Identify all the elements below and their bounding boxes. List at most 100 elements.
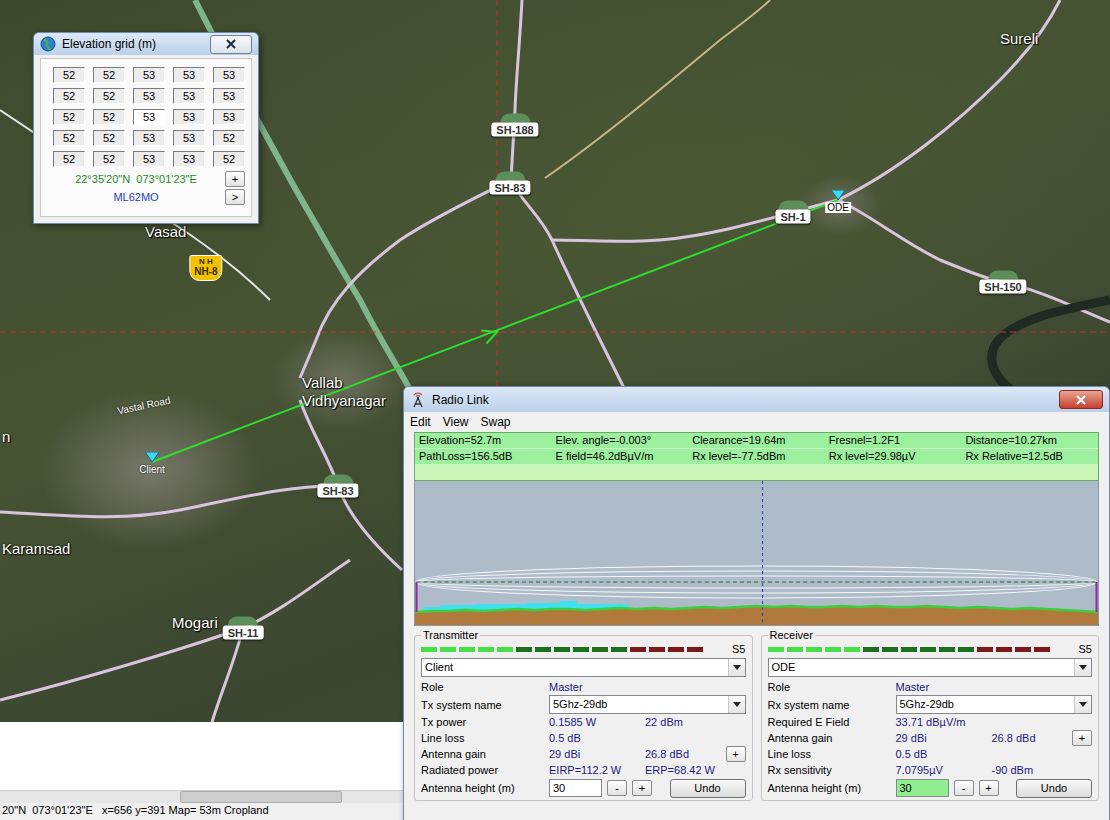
meter-segment	[459, 647, 475, 652]
shield-dome-icon	[495, 172, 525, 181]
state-highway-shield: SH-83	[317, 475, 358, 498]
site-pin[interactable]: Client	[139, 452, 165, 475]
place-label: n	[2, 428, 10, 445]
elevation-cell[interactable]: 52	[53, 130, 85, 146]
station-panel: TransmitterS5ClientRoleMasterTx system n…	[414, 629, 753, 801]
close-button[interactable]	[1059, 390, 1103, 409]
elevation-cell[interactable]: 53	[213, 88, 245, 104]
national-highway-shield: N HNH-8	[189, 255, 222, 281]
elevation-cell[interactable]: 53	[173, 109, 205, 125]
step-button[interactable]: -	[607, 780, 627, 796]
cursor-line	[762, 481, 763, 625]
antenna-height-input[interactable]: 30	[896, 779, 949, 797]
meter-segment	[806, 647, 822, 652]
elevation-cell[interactable]: 52	[93, 67, 125, 83]
road-label: Vastal Road	[116, 395, 171, 417]
antenna-height-row: Antenna height (m)30-+Undo	[421, 778, 746, 798]
dropdown-arrow-icon	[1079, 702, 1087, 707]
undo-button[interactable]: Undo	[1016, 779, 1092, 798]
parameter-row: RoleMaster	[768, 679, 1093, 695]
meter-segment	[478, 647, 494, 652]
close-button[interactable]	[210, 35, 252, 54]
summary-value: E field=46.2dBµV/m	[552, 449, 689, 464]
state-highway-shield: SH-188	[491, 114, 538, 137]
site-triangle-icon	[831, 190, 845, 200]
summary-value: Elevation=52.7m	[415, 433, 552, 448]
meter-segment	[1015, 647, 1031, 652]
meter-segment	[687, 647, 703, 652]
elevation-cell[interactable]: 52	[53, 151, 85, 167]
site-pin[interactable]: ODE	[825, 190, 851, 213]
elevation-cell[interactable]: 53	[173, 151, 205, 167]
menu-item[interactable]: Swap	[480, 415, 510, 429]
antenna-height-input[interactable]: 30	[549, 779, 602, 797]
summary-row	[415, 465, 1098, 480]
elevation-cell[interactable]: 52	[213, 130, 245, 146]
elevation-cell[interactable]: 52	[53, 67, 85, 83]
meter-segment	[421, 647, 437, 652]
shield-dome-icon	[988, 271, 1018, 280]
elevation-cell[interactable]: 53	[173, 88, 205, 104]
system-dropdown[interactable]: 5Ghz-29db	[549, 695, 746, 714]
system-dropdown[interactable]: 5Ghz-29db	[896, 695, 1093, 714]
elevation-cell[interactable]: 52	[93, 130, 125, 146]
elevation-cell[interactable]: 53	[133, 88, 165, 104]
parameter-row: RoleMaster	[421, 679, 746, 695]
title-bar[interactable]: Elevation grid (m)	[34, 33, 258, 55]
elevation-cell[interactable]: 53	[133, 109, 165, 125]
tx-antenna-mast	[416, 582, 418, 612]
dropdown-arrow-icon	[1079, 665, 1087, 670]
summary-value: PathLoss=156.5dB	[415, 449, 552, 464]
elevation-cell[interactable]: 53	[133, 151, 165, 167]
site-dropdown[interactable]: ODE	[768, 658, 1093, 677]
place-label: Karamsad	[2, 540, 70, 557]
elevation-cell[interactable]: 52	[53, 109, 85, 125]
terrain-fill	[415, 606, 1098, 625]
elevation-cell[interactable]: 53	[133, 130, 165, 146]
gain-button[interactable]: +	[1072, 730, 1092, 746]
next-button[interactable]: >	[225, 189, 245, 205]
elevation-cell[interactable]: 52	[93, 88, 125, 104]
title-bar[interactable]: Radio Link	[404, 387, 1109, 412]
profile-plot	[415, 481, 1098, 625]
summary-value: Elev. angle=-0.003°	[552, 433, 689, 448]
place-label: Mogari	[172, 614, 218, 631]
place-label: Vallab	[302, 374, 343, 391]
menu-item[interactable]: View	[443, 415, 469, 429]
site-dropdown[interactable]: Client	[421, 658, 746, 677]
step-button[interactable]: +	[979, 780, 999, 796]
elevation-cell[interactable]: 53	[213, 67, 245, 83]
elevation-cell[interactable]: 52	[93, 109, 125, 125]
signal-meter: S5	[421, 642, 746, 656]
path-profile-chart[interactable]	[414, 481, 1099, 626]
scroll-thumb[interactable]	[180, 791, 342, 803]
place-label: Vasad	[145, 223, 186, 240]
elevation-cell[interactable]: 52	[213, 151, 245, 167]
elevation-cell[interactable]: 52	[53, 88, 85, 104]
summary-value: Distance=10.27km	[961, 433, 1098, 448]
globe-icon	[40, 36, 56, 52]
menu-item[interactable]: Edit	[410, 415, 431, 429]
signal-meter: S5	[768, 642, 1093, 656]
gain-button[interactable]: +	[726, 746, 746, 762]
shield-dome-icon	[778, 201, 808, 210]
add-button[interactable]: +	[225, 171, 245, 187]
elevation-cell[interactable]: 53	[213, 109, 245, 125]
undo-button[interactable]: Undo	[670, 779, 746, 798]
meter-segment	[882, 647, 898, 652]
state-highway-shield: SH-83	[489, 172, 530, 195]
summary-row: Elevation=52.7mElev. angle=-0.003°Cleara…	[415, 433, 1098, 449]
step-button[interactable]: +	[632, 780, 652, 796]
elevation-cell[interactable]: 53	[173, 130, 205, 146]
parameter-row: Line loss0.5 dB	[421, 730, 746, 746]
elevation-cell[interactable]: 53	[173, 67, 205, 83]
elevation-cell[interactable]: 52	[93, 151, 125, 167]
summary-row: PathLoss=156.5dBE field=46.2dBµV/mRx lev…	[415, 449, 1098, 465]
elevation-grid-window[interactable]: Elevation grid (m) 52 52 53 53 53 52 52 53 53 53 52…	[33, 32, 259, 224]
elevation-cell[interactable]: 53	[133, 67, 165, 83]
meter-segment	[497, 647, 513, 652]
radio-link-window[interactable]: Radio Link Edit View Swap Elevation=52.7mEle…	[403, 386, 1110, 820]
step-button[interactable]: -	[954, 780, 974, 796]
meter-segment	[630, 647, 646, 652]
parameter-row: Tx power0.1585 W22 dBm	[421, 714, 746, 730]
